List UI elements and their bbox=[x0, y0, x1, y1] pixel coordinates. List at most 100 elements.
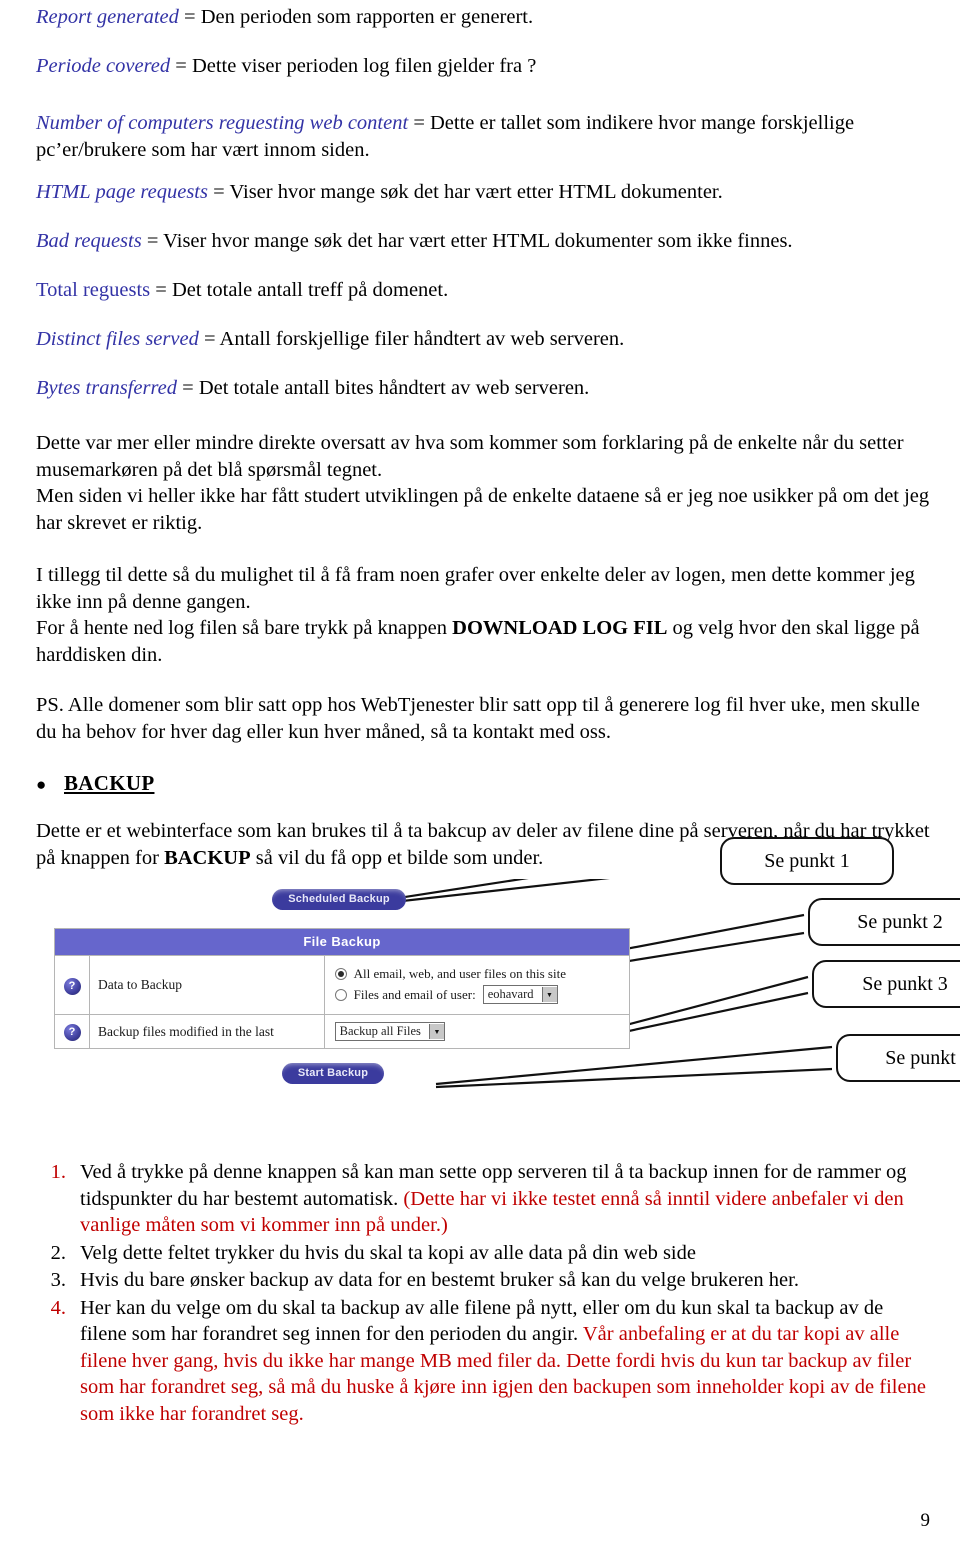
start-backup-row: Start Backup bbox=[36, 1063, 630, 1084]
list-body: Ved å trykke på denne knappen så kan man… bbox=[80, 1159, 932, 1239]
radio-user-files-label: Files and email of user: bbox=[353, 986, 476, 1002]
list-number: 1. bbox=[50, 1161, 66, 1183]
list-item: 3. Hvis du bare ønsker backup av data fo… bbox=[36, 1267, 932, 1294]
backup-files-modified-label: Backup files modified in the last bbox=[89, 1014, 325, 1049]
table-title-row: File Backup bbox=[54, 928, 630, 956]
definition-text: Antall forskjellige filer håndtert av we… bbox=[219, 328, 625, 350]
chevron-down-icon[interactable]: ▼ bbox=[428, 1024, 444, 1039]
page-number: 9 bbox=[920, 1510, 931, 1531]
backup-intro-after: så vil du få opp et bilde som under. bbox=[250, 846, 544, 869]
backup-figure: Scheduled Backup File Backup ? Data to B… bbox=[36, 837, 960, 1131]
backup-section-heading: ● BACKUP bbox=[36, 771, 932, 796]
data-to-backup-options: All email, web, and user files on this s… bbox=[323, 955, 631, 1015]
definition-term: Bad requests bbox=[36, 230, 142, 252]
definition-equals: = bbox=[178, 6, 201, 28]
definition-equals: = bbox=[177, 377, 199, 399]
data-to-backup-label: Data to Backup bbox=[89, 955, 325, 1015]
list-body: Velg dette feltet trykker du hvis du ska… bbox=[80, 1240, 932, 1267]
user-select[interactable]: eohavard ▼ bbox=[482, 985, 558, 1004]
definition-item: HTML page requests = Viser hvor mange sø… bbox=[36, 179, 932, 206]
definition-term: Number of computers reguesting web conte… bbox=[36, 112, 409, 134]
file-backup-title: File Backup bbox=[54, 928, 630, 956]
definition-text: Det totale antall bites håndtert av web … bbox=[198, 377, 590, 399]
definition-item: Bad requests = Viser hvor mange søk det … bbox=[36, 228, 932, 255]
document-page: Report generated = Den perioden som rapp… bbox=[0, 0, 960, 1544]
list-item: 4. Her kan du velge om du skal ta backup… bbox=[36, 1295, 932, 1428]
option-all-files-row[interactable]: All email, web, and user files on this s… bbox=[334, 966, 623, 982]
help-icon-cell[interactable]: ? bbox=[54, 1014, 90, 1049]
paragraph-ps-note: PS. Alle domener som blir satt opp hos W… bbox=[36, 694, 920, 743]
table-row: ? Backup files modified in the last Back… bbox=[54, 1014, 631, 1049]
files-select-value: Backup all Files bbox=[339, 1024, 421, 1038]
chevron-down-icon[interactable]: ▼ bbox=[541, 987, 557, 1002]
definition-text: Viser hvor mange søk det har vært etter … bbox=[229, 181, 723, 203]
list-body: Her kan du velge om du skal ta backup av… bbox=[80, 1295, 932, 1428]
list-text-black: Hvis du bare ønsker backup av data for e… bbox=[80, 1269, 799, 1291]
definition-term: Distinct files served bbox=[36, 328, 199, 350]
definition-item: Distinct files served = Antall forskjell… bbox=[36, 326, 932, 353]
table-row: ? Data to Backup All email, web, and use… bbox=[54, 955, 631, 1015]
definition-item: Total reguests = Det totale antall treff… bbox=[36, 277, 932, 304]
start-backup-button[interactable]: Start Backup bbox=[281, 1063, 385, 1084]
definition-term: Periode covered bbox=[36, 55, 171, 77]
definition-text: Viser hvor mange søk det har vært etter … bbox=[163, 230, 793, 252]
scheduled-backup-row: Scheduled Backup bbox=[48, 889, 630, 910]
file-backup-table: File Backup ? Data to Backup All email, … bbox=[54, 928, 631, 1049]
backup-bold-label: BACKUP bbox=[164, 846, 251, 869]
definition-equals: = bbox=[207, 181, 230, 203]
download-text-before: For å hente ned log filen så bare trykk … bbox=[36, 617, 453, 639]
option-user-files-row[interactable]: Files and email of user: eohavard ▼ bbox=[334, 985, 623, 1004]
user-select-value: eohavard bbox=[487, 987, 534, 1001]
callout-se-punkt-4: Se punkt 4 bbox=[836, 1034, 960, 1082]
definition-text: Det totale antall treff på domenet. bbox=[171, 279, 449, 301]
callout-se-punkt-2: Se punkt 2 bbox=[808, 898, 960, 946]
definition-term: Total reguests bbox=[36, 279, 151, 301]
definition-text: Dette viser perioden log filen gjelder f… bbox=[191, 55, 537, 77]
definition-item: Report generated = Den perioden som rapp… bbox=[36, 4, 932, 31]
definition-term: HTML page requests bbox=[36, 181, 208, 203]
definition-item: Number of computers reguesting web conte… bbox=[36, 110, 932, 164]
definition-item: Bytes transferred = Det totale antall bi… bbox=[36, 375, 932, 402]
paragraph-uncertainty-note: Men siden vi heller ikke har fått studer… bbox=[36, 485, 930, 534]
definition-text: Den perioden som rapporten er generert. bbox=[200, 6, 534, 28]
radio-all-files-label: All email, web, and user files on this s… bbox=[353, 966, 566, 981]
list-item: 2. Velg dette feltet trykker du hvis du … bbox=[36, 1240, 932, 1267]
definition-equals: = bbox=[198, 328, 220, 350]
question-mark-icon[interactable]: ? bbox=[63, 977, 81, 995]
backup-files-modified-options: Backup all Files ▼ bbox=[323, 1014, 631, 1049]
backup-heading-label: BACKUP bbox=[64, 771, 155, 795]
list-number: 4. bbox=[50, 1296, 66, 1319]
radio-user-files[interactable] bbox=[334, 988, 347, 1001]
definition-equals: = bbox=[141, 230, 164, 252]
list-text-black: Velg dette feltet trykker du hvis du ska… bbox=[80, 1241, 696, 1264]
definition-term: Bytes transferred bbox=[36, 377, 178, 399]
bullet-icon: ● bbox=[36, 775, 47, 794]
list-body: Hvis du bare ønsker backup av data for e… bbox=[80, 1267, 932, 1294]
definition-equals: = bbox=[150, 279, 172, 301]
paragraph-graphs-note: I tillegg til dette så du mulighet til å… bbox=[36, 564, 915, 613]
list-number: 2. bbox=[50, 1241, 66, 1264]
definition-equals: = bbox=[170, 55, 192, 77]
callout-se-punkt-3: Se punkt 3 bbox=[812, 960, 960, 1008]
help-icon-cell[interactable]: ? bbox=[54, 955, 90, 1015]
paragraph-translation-note: Dette var mer eller mindre direkte overs… bbox=[36, 432, 904, 481]
list-item: 1. Ved å trykke på denne knappen så kan … bbox=[36, 1159, 932, 1239]
definition-term: Report generated bbox=[36, 6, 179, 28]
list-number: 3. bbox=[50, 1269, 66, 1291]
files-select[interactable]: Backup all Files ▼ bbox=[334, 1022, 445, 1041]
callout-se-punkt-1: Se punkt 1 bbox=[720, 837, 894, 885]
question-mark-icon[interactable]: ? bbox=[63, 1024, 81, 1041]
radio-all-files[interactable] bbox=[334, 968, 347, 980]
scheduled-backup-button[interactable]: Scheduled Backup bbox=[272, 889, 406, 910]
